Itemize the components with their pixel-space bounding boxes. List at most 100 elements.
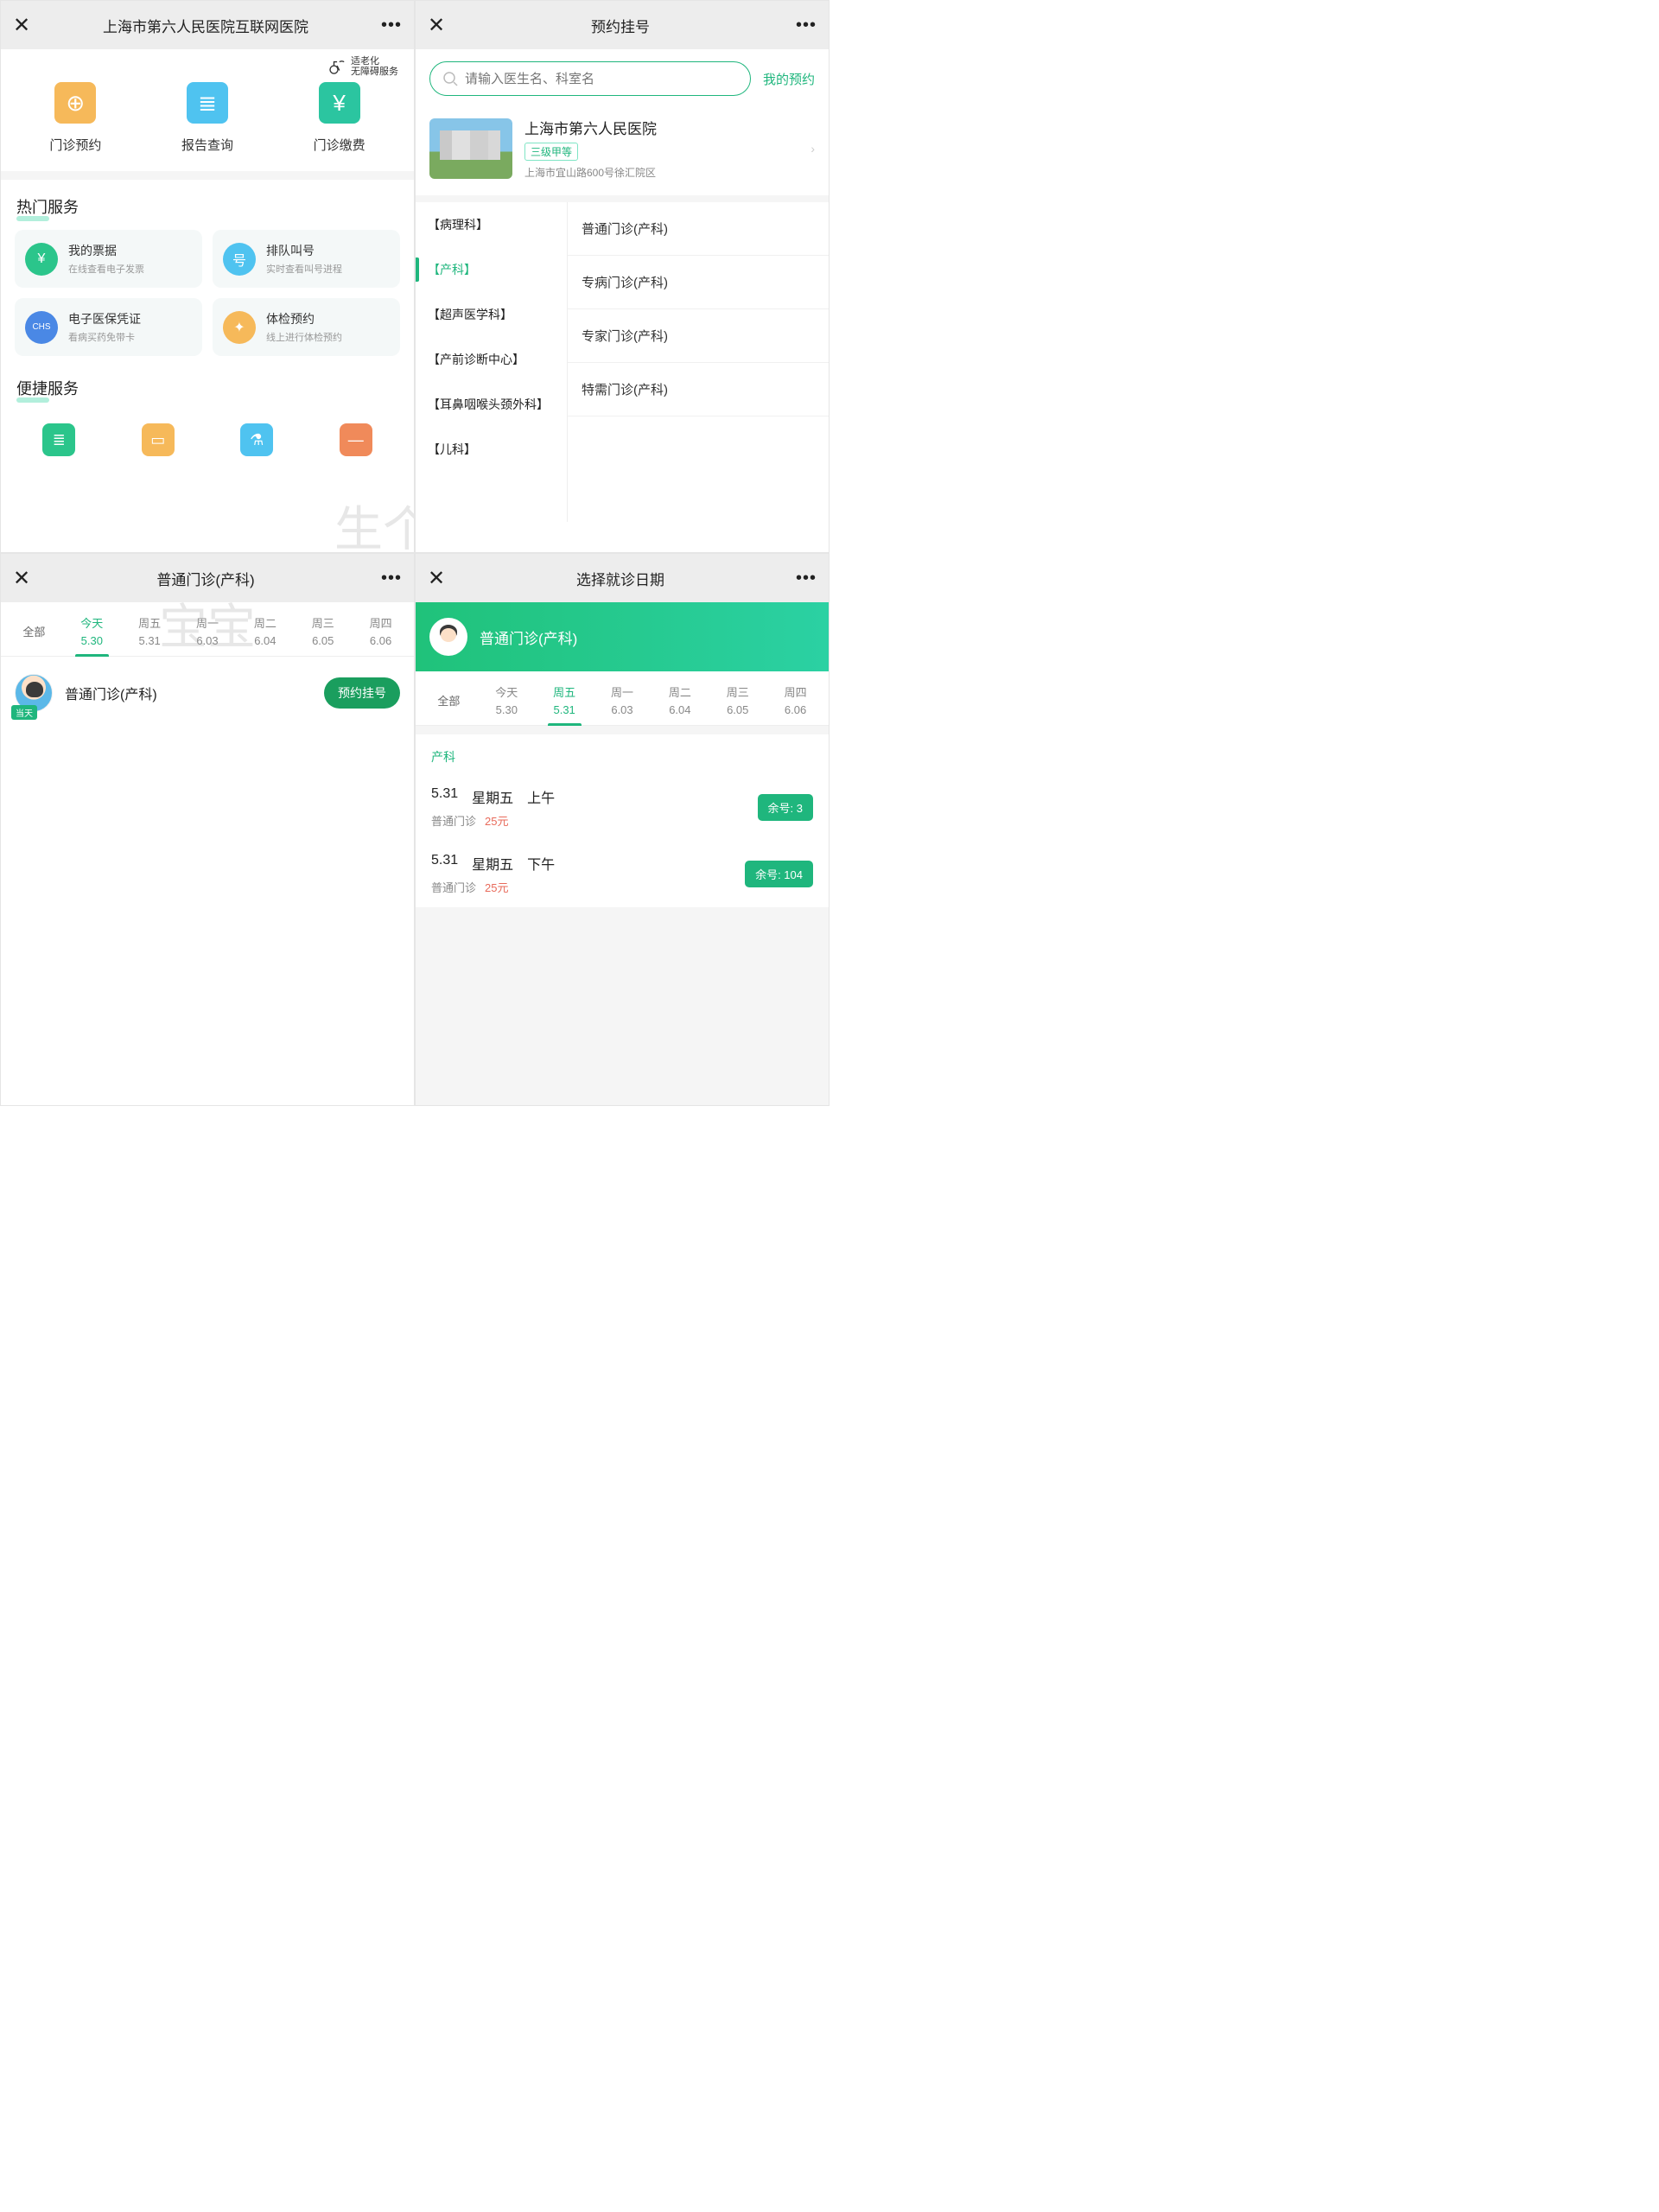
service-icon: ⊕	[54, 82, 96, 124]
date-tab-all[interactable]: 全部	[6, 623, 62, 648]
book-button[interactable]: 预约挂号	[324, 677, 400, 709]
convenience-item[interactable]: ▭	[142, 423, 175, 456]
accessibility-label: 适老化 无障碍服务	[351, 56, 398, 77]
wheelchair-icon	[328, 59, 347, 74]
department-item[interactable]: 【产前诊断中心】	[416, 337, 567, 382]
date-tab[interactable]: 周三 6.05	[295, 614, 351, 656]
close-icon[interactable]: ✕	[13, 566, 30, 591]
date-tab[interactable]: 今天5.30	[479, 683, 535, 725]
date-tab[interactable]: 周三6.05	[709, 683, 766, 725]
close-icon[interactable]: ✕	[428, 566, 445, 591]
hospital-photo	[429, 118, 512, 179]
date-weekday: 周四	[785, 683, 807, 700]
page-title: 选择就诊日期	[576, 568, 664, 589]
convenience-item[interactable]: ⚗	[240, 423, 273, 456]
department-item[interactable]: 【产科】	[416, 247, 567, 292]
date-tab[interactable]: 周一6.03	[594, 683, 651, 725]
slot-ampm: 上午	[527, 786, 555, 807]
search-input[interactable]	[465, 72, 738, 86]
quick-action-item[interactable]: ⊕门诊预约	[49, 82, 101, 154]
date-weekday: 周三	[312, 614, 334, 631]
dept-label: 产科	[416, 734, 829, 774]
clinic-type-item[interactable]: 专家门诊(产科)	[568, 309, 829, 363]
hospital-tier-tag: 三级甲等	[524, 143, 578, 161]
hot-service-card[interactable]: 号排队叫号实时查看叫号进程	[213, 230, 400, 288]
date-tab[interactable]: 周五5.31	[537, 683, 593, 725]
date-weekday: 周二	[669, 683, 691, 700]
department-item[interactable]: 【儿科】	[416, 427, 567, 472]
hot-service-card[interactable]: ¥我的票据在线查看电子发票	[15, 230, 202, 288]
slot-date: 5.31	[431, 853, 458, 874]
slot-price: 25元	[485, 812, 508, 829]
convenience-item[interactable]: ≣	[42, 423, 75, 456]
clinic-type-item[interactable]: 普通门诊(产科)	[568, 202, 829, 256]
date-md: 6.03	[196, 634, 218, 647]
date-md: 6.06	[785, 703, 806, 716]
clinic-item[interactable]: 当天 普通门诊(产科) 预约挂号	[1, 657, 414, 729]
service-icon: ▭	[142, 423, 175, 456]
slot-date: 5.31	[431, 786, 458, 807]
more-icon[interactable]: •••	[796, 569, 817, 588]
accessibility-badge[interactable]: 适老化 无障碍服务	[328, 56, 398, 77]
date-tab-all[interactable]: 全部	[421, 692, 477, 717]
service-icon: ¥	[319, 82, 360, 124]
quick-action-item[interactable]: ≣报告查询	[181, 82, 233, 154]
convenience-item[interactable]: —	[340, 423, 372, 456]
slot-type: 普通门诊	[431, 812, 476, 829]
date-weekday: 周四	[370, 614, 392, 631]
header: ✕ 上海市第六人民医院互联网医院 •••	[1, 1, 414, 49]
my-appointments-link[interactable]: 我的预约	[763, 70, 815, 88]
slot-ampm: 下午	[527, 853, 555, 874]
department-item[interactable]: 【超声医学科】	[416, 292, 567, 337]
department-list[interactable]: 【病理科】【产科】【超声医学科】【产前诊断中心】【耳鼻咽喉头颈外科】【儿科】	[416, 202, 568, 522]
date-md: 6.05	[312, 634, 334, 647]
service-icon: ≣	[187, 82, 228, 124]
more-icon[interactable]: •••	[381, 16, 402, 35]
more-icon[interactable]: •••	[796, 16, 817, 35]
slot-dow: 星期五	[472, 853, 513, 874]
clinic-banner: 普通门诊(产科)	[416, 602, 829, 671]
hot-services: ¥我的票据在线查看电子发票号排队叫号实时查看叫号进程CHS电子医保凭证看病买药免…	[1, 230, 414, 356]
clinic-name: 普通门诊(产科)	[65, 683, 312, 703]
hot-service-card[interactable]: CHS电子医保凭证看病买药免带卡	[15, 298, 202, 356]
department-item[interactable]: 【耳鼻咽喉头颈外科】	[416, 382, 567, 427]
clinic-type-list[interactable]: 普通门诊(产科)专病门诊(产科)专家门诊(产科)特需门诊(产科)	[568, 202, 829, 522]
date-tab[interactable]: 周五5.31	[122, 614, 178, 656]
service-icon: ≣	[42, 423, 75, 456]
more-icon[interactable]: •••	[381, 569, 402, 588]
clinic-type-item[interactable]: 专病门诊(产科)	[568, 256, 829, 309]
quick-action-item[interactable]: ¥门诊缴费	[314, 82, 365, 154]
hospital-name: 上海市第六人民医院	[524, 117, 798, 138]
availability-badge: 余号: 104	[745, 861, 813, 887]
page-title: 上海市第六人民医院互联网医院	[103, 15, 308, 36]
date-tab[interactable]: 周四6.06	[353, 614, 409, 656]
slot-price: 25元	[485, 879, 508, 895]
date-weekday: 周一	[611, 683, 633, 700]
date-md: 6.05	[727, 703, 748, 716]
date-md: 5.31	[138, 634, 160, 647]
hot-service-card[interactable]: ✦体检预约线上进行体检预约	[213, 298, 400, 356]
doctor-avatar-icon	[429, 618, 467, 656]
card-title: 电子医保凭证	[68, 310, 192, 327]
date-md: 5.30	[496, 703, 518, 716]
date-md: 5.30	[81, 634, 103, 647]
close-icon[interactable]: ✕	[428, 13, 445, 38]
close-icon[interactable]: ✕	[13, 13, 30, 38]
card-icon: ✦	[223, 311, 256, 344]
pane-appointment: ✕ 预约挂号 ••• 我的预约 上海市第六人民医院 三级甲等 上海市宜山路600…	[415, 0, 830, 553]
watermark: 生个	[334, 491, 415, 553]
date-tab[interactable]: 周一6.03	[180, 614, 236, 656]
section-hot-title: 热门服务	[1, 180, 414, 230]
time-slot[interactable]: 5.31星期五下午普通门诊25元余号: 104	[416, 841, 829, 907]
service-icon: ⚗	[240, 423, 273, 456]
date-tab[interactable]: 周四 6.06	[767, 683, 823, 725]
date-tab[interactable]: 周二6.04	[652, 683, 708, 725]
date-tab[interactable]: 今天5.30	[64, 614, 120, 656]
pane-select-date: ✕ 选择就诊日期 ••• 普通门诊(产科) 全部 今天5.30周五5.31周一6…	[415, 553, 830, 1106]
search-box[interactable]	[429, 61, 751, 96]
department-item[interactable]: 【病理科】	[416, 202, 567, 247]
time-slot[interactable]: 5.31星期五上午普通门诊25元余号: 3	[416, 774, 829, 841]
clinic-type-item[interactable]: 特需门诊(产科)	[568, 363, 829, 416]
hospital-card[interactable]: 上海市第六人民医院 三级甲等 上海市宜山路600号徐汇院区 ›	[416, 108, 829, 202]
date-tab[interactable]: 周二6.04	[237, 614, 293, 656]
